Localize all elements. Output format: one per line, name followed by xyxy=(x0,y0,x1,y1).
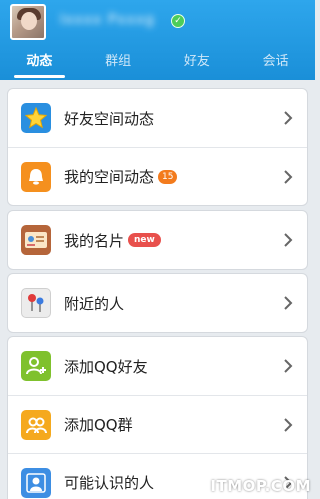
tab-bar: 动态 群组 好友 会话 xyxy=(0,48,315,80)
contact-icon xyxy=(21,467,51,498)
chevron-right-icon xyxy=(284,111,293,125)
tab-groups[interactable]: 群组 xyxy=(79,48,158,80)
menu-item-label: 可能认识的人 xyxy=(64,474,155,492)
chevron-right-icon xyxy=(284,233,293,247)
tab-friends[interactable]: 好友 xyxy=(158,48,237,80)
menu-group-feeds: 好友空间动态 我的空间动态 15 xyxy=(7,88,308,206)
menu-group-add: 添加QQ好友 添加QQ群 可能认识的人 xyxy=(7,336,308,499)
new-badge: new xyxy=(128,233,161,247)
tab-conversations[interactable]: 会话 xyxy=(236,48,315,80)
avatar[interactable] xyxy=(10,4,46,40)
qq-bell-icon xyxy=(21,161,51,192)
app-header: Ixxxx Pxxxg ✓ 动态 群组 好友 会话 xyxy=(0,0,315,80)
menu-item-friends-feed[interactable]: 好友空间动态 xyxy=(8,89,307,147)
menu-item-label: 我的名片 xyxy=(64,231,125,250)
nickname[interactable]: Ixxxx Pxxxg xyxy=(60,12,155,30)
count-badge: 15 xyxy=(158,169,178,184)
map-pin-icon xyxy=(21,288,51,318)
tab-feed[interactable]: 动态 xyxy=(0,48,79,80)
menu-group-card: 我的名片 new xyxy=(7,210,308,270)
menu-item-label: 添加QQ群 xyxy=(64,416,133,434)
menu-item-label: 好友空间动态 xyxy=(64,109,155,128)
business-card-icon xyxy=(21,225,51,255)
chevron-right-icon xyxy=(284,418,293,432)
group-icon xyxy=(21,409,51,440)
watermark: ITMOP.COM xyxy=(210,477,311,495)
add-user-icon xyxy=(21,351,51,381)
menu-item-label: 添加QQ好友 xyxy=(64,357,148,376)
menu-group-nearby: 附近的人 xyxy=(7,273,308,333)
check-circle-icon: ✓ xyxy=(171,14,185,28)
menu-item-my-feed[interactable]: 我的空间动态 15 xyxy=(8,147,307,205)
qzone-star-icon xyxy=(21,103,51,133)
menu-item-nearby[interactable]: 附近的人 xyxy=(8,274,307,332)
menu-item-label: 我的空间动态 xyxy=(64,168,155,186)
menu-item-my-card[interactable]: 我的名片 new xyxy=(8,211,307,269)
menu-item-add-friend[interactable]: 添加QQ好友 xyxy=(8,337,307,395)
chevron-right-icon xyxy=(284,359,293,373)
chevron-right-icon xyxy=(284,170,293,184)
menu-item-add-group[interactable]: 添加QQ群 xyxy=(8,395,307,453)
menu-item-label: 附近的人 xyxy=(64,294,125,313)
chevron-right-icon xyxy=(284,296,293,310)
